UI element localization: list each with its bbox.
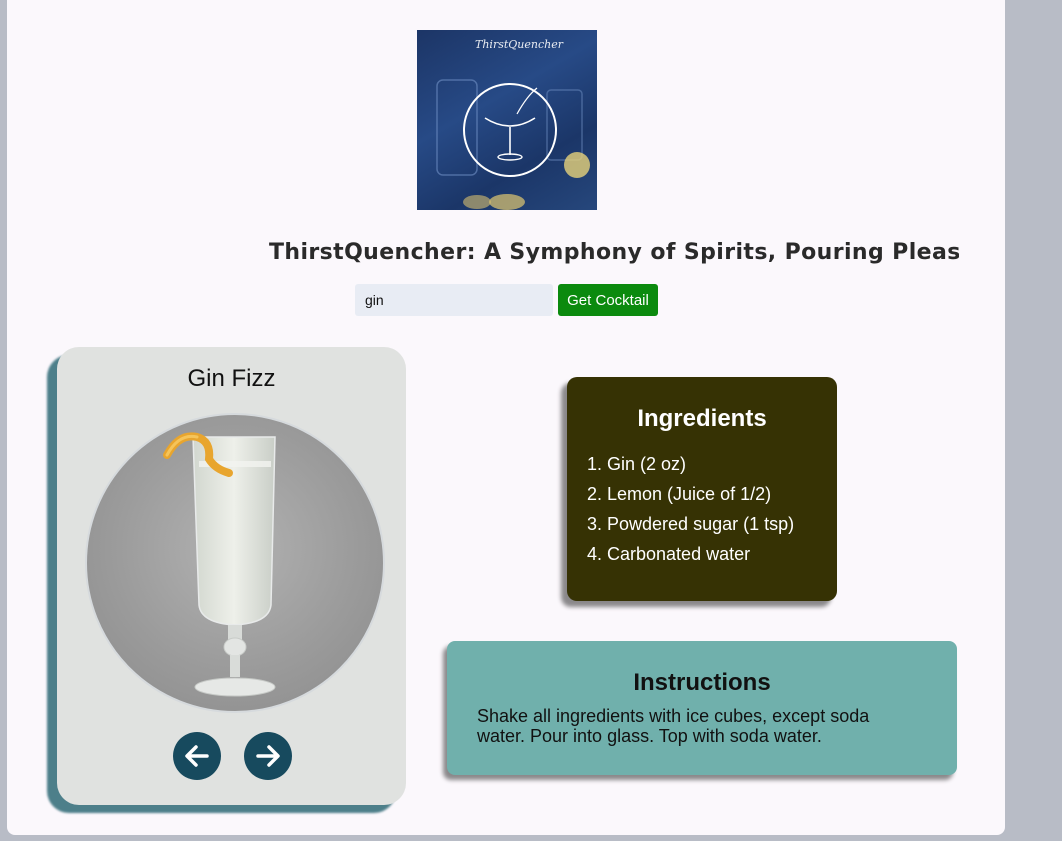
instructions-title: Instructions bbox=[633, 669, 771, 696]
ingredients-title: Ingredients bbox=[637, 405, 767, 432]
drink-card: Gin Fizz bbox=[57, 347, 406, 805]
ingredient-item: 4. Carbonated water bbox=[587, 544, 751, 564]
ingredients-list: 1. Gin (2 oz) 2. Lemon (Juice of 1/2) 3.… bbox=[587, 449, 794, 569]
cocktail-search-input[interactable] bbox=[355, 284, 553, 316]
tagline-container: ThirstQuencher: A Symphony of Spirits, P… bbox=[269, 238, 959, 270]
ingredient-item: 1. Gin (2 oz) bbox=[587, 454, 687, 474]
thirstquencher-logo: ThirstQuencher bbox=[417, 30, 597, 210]
ingredient-item: 3. Powdered sugar (1 tsp) bbox=[587, 514, 795, 534]
tagline: ThirstQuencher: A Symphony of Spirits, P… bbox=[269, 240, 959, 265]
next-drink-button[interactable] bbox=[244, 732, 292, 780]
logo-text: ThirstQuencher bbox=[475, 38, 563, 51]
arrow-left-icon bbox=[185, 745, 209, 767]
instructions-text: Shake all ingredients with ice cubes, ex… bbox=[477, 706, 870, 746]
page: ThirstQuencher ThirstQuencher: A Symphon… bbox=[7, 0, 1005, 835]
get-cocktail-button[interactable]: Get Cocktail bbox=[558, 284, 658, 316]
logo-artwork bbox=[436, 79, 590, 210]
arrow-right-icon bbox=[256, 745, 280, 767]
ingredient-item: 2. Lemon (Juice of 1/2) bbox=[587, 484, 772, 504]
instructions-card: Instructions Shake all ingredients with … bbox=[447, 641, 957, 775]
ingredients-card: Ingredients 1. Gin (2 oz) 2. Lemon (Juic… bbox=[567, 377, 837, 601]
gin-fizz-glass-icon bbox=[163, 432, 276, 697]
drink-name: Gin Fizz bbox=[187, 365, 276, 392]
drink-image bbox=[85, 413, 385, 713]
previous-drink-button[interactable] bbox=[173, 732, 221, 780]
